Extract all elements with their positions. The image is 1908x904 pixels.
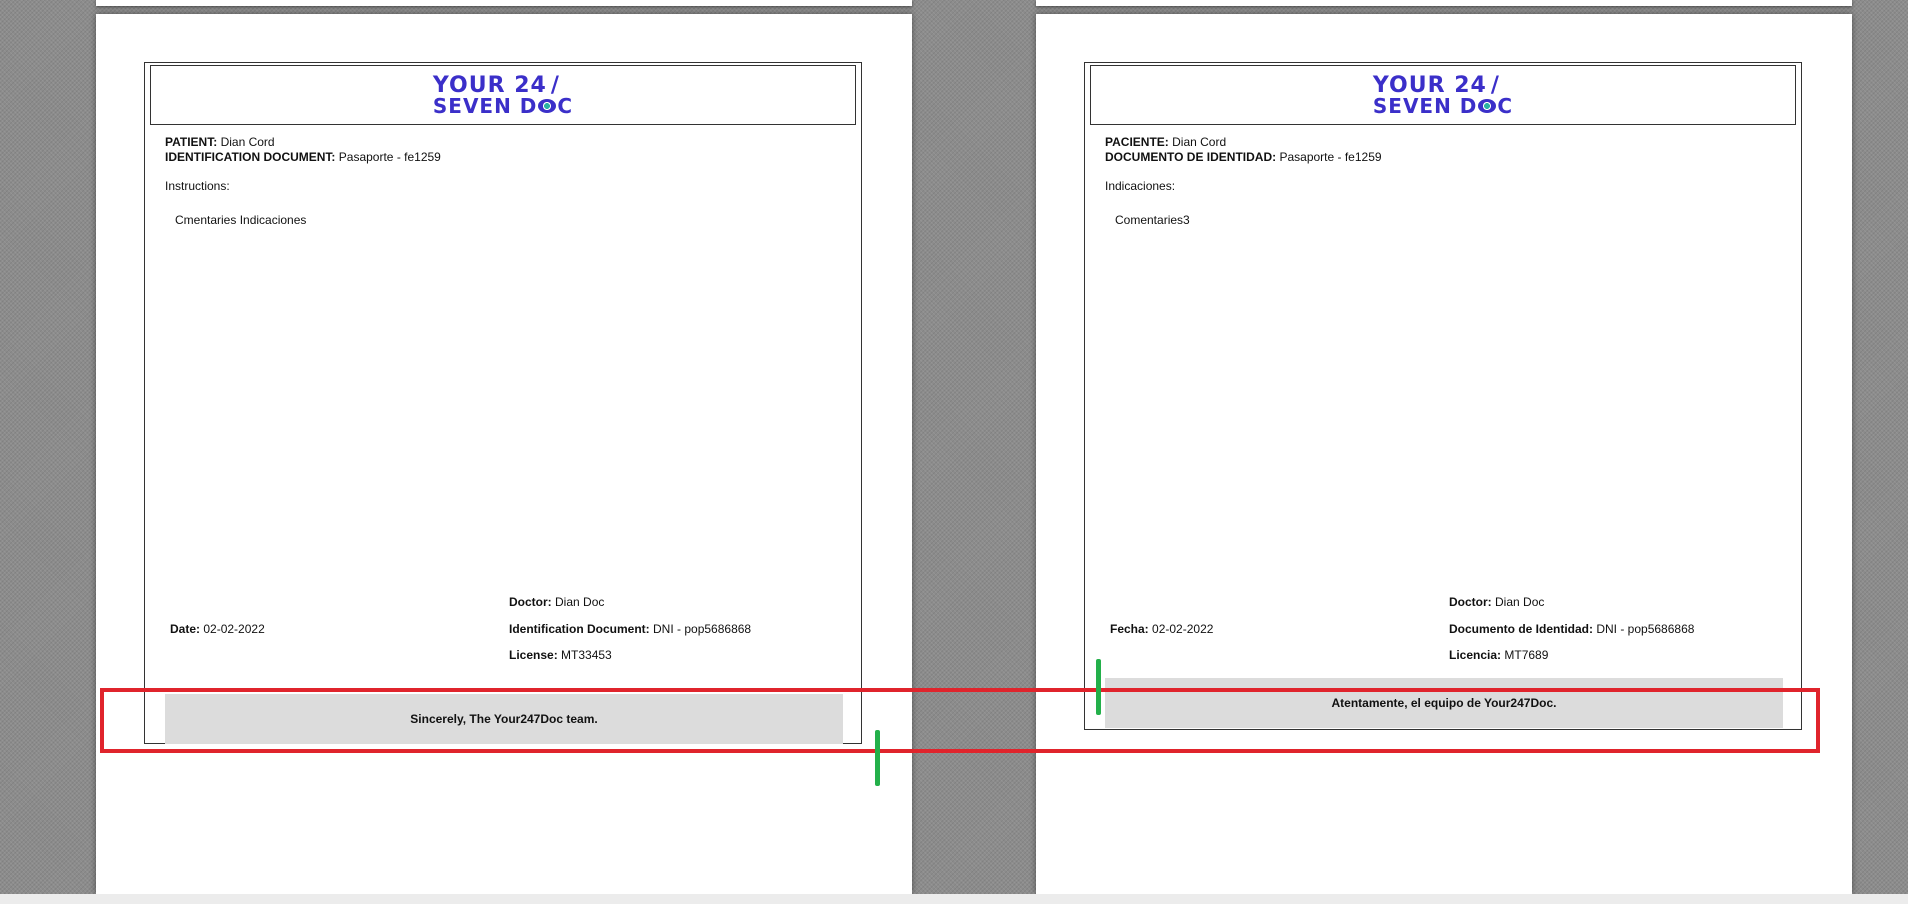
header-box: YOUR 24/ SEVEN DC: [1090, 65, 1796, 125]
patient-info: PACIENTE: Dian Cord DOCUMENTO DE IDENTID…: [1105, 135, 1382, 165]
patient-info: PATIENT: Dian Cord IDENTIFICATION DOCUME…: [165, 135, 441, 165]
patient-name-row: PACIENTE: Dian Cord: [1105, 135, 1227, 149]
doctor-name-row: Doctor: Dian Doc: [1449, 595, 1545, 609]
date-field: Fecha: 02-02-2022: [1110, 622, 1214, 636]
document-frame: YOUR 24/ SEVEN DC PACIENTE: Dian Cord DO…: [1084, 62, 1802, 730]
instructions-label: Indicaciones:: [1105, 179, 1176, 193]
instructions-text: Cmentaries Indicaciones: [175, 213, 307, 227]
patient-id-row: DOCUMENTO DE IDENTIDAD: Pasaporte - fe12…: [1105, 150, 1382, 164]
instructions-label: Instructions:: [165, 179, 230, 193]
previous-page-left-edge: [96, 0, 912, 6]
doctor-name-row: Doctor: Dian Doc: [509, 595, 605, 609]
header-box: YOUR 24/ SEVEN DC: [150, 65, 856, 125]
doctor-license-row: Licencia: MT7689: [1449, 648, 1549, 662]
document-page-english: YOUR 24/ SEVEN DC PATIENT: Dian Cord IDE…: [96, 14, 912, 894]
document-page-spanish: YOUR 24/ SEVEN DC PACIENTE: Dian Cord DO…: [1036, 14, 1852, 894]
diff-marker-right: [1096, 659, 1101, 715]
eye-icon: [538, 98, 557, 113]
doctor-info: Doctor: Dian Doc Identification Document…: [509, 595, 751, 675]
doctor-info: Doctor: Dian Doc Documento de Identidad:…: [1449, 595, 1694, 675]
instructions-text: Comentaries3: [1115, 213, 1190, 227]
patient-name-row: PATIENT: Dian Cord: [165, 135, 275, 149]
footer-signoff: Sincerely, The Your247Doc team.: [165, 694, 843, 744]
eye-icon: [1478, 98, 1497, 113]
horizontal-scrollbar[interactable]: [0, 894, 1908, 904]
previous-page-right-edge: [1036, 0, 1852, 6]
diff-marker-left: [875, 730, 880, 786]
document-frame: YOUR 24/ SEVEN DC PATIENT: Dian Cord IDE…: [144, 62, 862, 744]
doctor-id-row: Documento de Identidad: DNI - pop5686868: [1449, 621, 1695, 636]
doctor-id-row: Identification Document: DNI - pop568686…: [509, 621, 752, 636]
date-field: Date: 02-02-2022: [170, 622, 265, 636]
footer-signoff: Atentamente, el equipo de Your247Doc.: [1105, 678, 1783, 728]
patient-id-row: IDENTIFICATION DOCUMENT: Pasaporte - fe1…: [165, 150, 441, 164]
your247doc-logo: YOUR 24/ SEVEN DC: [432, 72, 574, 118]
doctor-license-row: License: MT33453: [509, 648, 612, 662]
your247doc-logo: YOUR 24/ SEVEN DC: [1372, 72, 1514, 118]
